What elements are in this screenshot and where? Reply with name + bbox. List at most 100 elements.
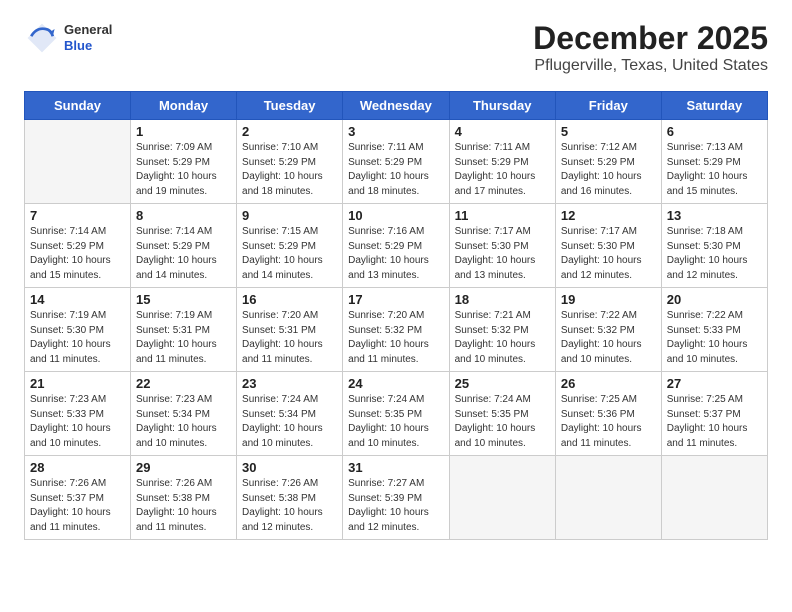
calendar-cell: 16 Sunrise: 7:20 AM Sunset: 5:31 PM Dayli… bbox=[237, 288, 343, 372]
calendar-cell: 3 Sunrise: 7:11 AM Sunset: 5:29 PM Daylig… bbox=[343, 120, 449, 204]
day-number: 10 bbox=[348, 208, 443, 223]
calendar-header-row: SundayMondayTuesdayWednesdayThursdayFrid… bbox=[25, 92, 768, 120]
day-info: Sunrise: 7:11 AM Sunset: 5:29 PM Dayligh… bbox=[348, 141, 443, 199]
day-number: 30 bbox=[242, 460, 337, 475]
calendar-cell: 8Sunrise: 7:14 AM Sunset: 5:29 PM Daylig… bbox=[131, 204, 237, 288]
day-info: Sunrise: 7:20 AM Sunset: 5:31 PM Dayligh… bbox=[242, 309, 337, 367]
calendar-header-tuesday: Tuesday bbox=[237, 92, 343, 120]
day-number: 5 bbox=[561, 124, 656, 139]
calendar-cell: 20Sunrise: 7:22 AM Sunset: 5:33 PM Dayli… bbox=[661, 288, 767, 372]
calendar-cell: 27Sunrise: 7:25 AM Sunset: 5:37 PM Dayli… bbox=[661, 372, 767, 456]
day-number: 4 bbox=[455, 124, 550, 139]
calendar-cell: 31 Sunrise: 7:27 AM Sunset: 5:39 PM Dayli… bbox=[343, 456, 449, 540]
calendar-cell: 24Sunrise: 7:24 AM Sunset: 5:35 PM Dayli… bbox=[343, 372, 449, 456]
day-number: 12 bbox=[561, 208, 656, 223]
day-info: Sunrise: 7:23 AM Sunset: 5:34 PM Dayligh… bbox=[136, 393, 231, 451]
day-number: 26 bbox=[561, 376, 656, 391]
day-info: Sunrise: 7:25 AM Sunset: 5:37 PM Dayligh… bbox=[667, 393, 762, 451]
calendar-cell: 23 Sunrise: 7:24 AM Sunset: 5:34 PM Dayli… bbox=[237, 372, 343, 456]
day-number: 16 bbox=[242, 292, 337, 307]
calendar-cell: 6 Sunrise: 7:13 AM Sunset: 5:29 PM Daylig… bbox=[661, 120, 767, 204]
day-info: Sunrise: 7:25 AM Sunset: 5:36 PM Dayligh… bbox=[561, 393, 656, 451]
day-info: Sunrise: 7:18 AM Sunset: 5:30 PM Dayligh… bbox=[667, 225, 762, 283]
calendar-cell: 18Sunrise: 7:21 AM Sunset: 5:32 PM Dayli… bbox=[449, 288, 555, 372]
calendar-cell bbox=[25, 120, 131, 204]
day-info: Sunrise: 7:24 AM Sunset: 5:35 PM Dayligh… bbox=[455, 393, 550, 451]
day-info: Sunrise: 7:16 AM Sunset: 5:29 PM Dayligh… bbox=[348, 225, 443, 283]
calendar-header-monday: Monday bbox=[131, 92, 237, 120]
day-number: 15 bbox=[136, 292, 231, 307]
day-number: 7 bbox=[30, 208, 125, 223]
calendar-header-friday: Friday bbox=[555, 92, 661, 120]
day-info: Sunrise: 7:19 AM Sunset: 5:30 PM Dayligh… bbox=[30, 309, 125, 367]
day-info: Sunrise: 7:22 AM Sunset: 5:32 PM Dayligh… bbox=[561, 309, 656, 367]
day-number: 1 bbox=[136, 124, 231, 139]
calendar: SundayMondayTuesdayWednesdayThursdayFrid… bbox=[24, 91, 768, 540]
calendar-cell: 13 Sunrise: 7:18 AM Sunset: 5:30 PM Dayli… bbox=[661, 204, 767, 288]
day-number: 19 bbox=[561, 292, 656, 307]
calendar-week-4: 28 Sunrise: 7:26 AM Sunset: 5:37 PM Dayli… bbox=[25, 456, 768, 540]
day-info: Sunrise: 7:11 AM Sunset: 5:29 PM Dayligh… bbox=[455, 141, 550, 199]
day-number: 21 bbox=[30, 376, 125, 391]
day-number: 11 bbox=[455, 208, 550, 223]
calendar-cell: 29Sunrise: 7:26 AM Sunset: 5:38 PM Dayli… bbox=[131, 456, 237, 540]
day-info: Sunrise: 7:19 AM Sunset: 5:31 PM Dayligh… bbox=[136, 309, 231, 367]
calendar-cell: 9 Sunrise: 7:15 AM Sunset: 5:29 PM Daylig… bbox=[237, 204, 343, 288]
day-number: 2 bbox=[242, 124, 337, 139]
day-info: Sunrise: 7:26 AM Sunset: 5:38 PM Dayligh… bbox=[242, 477, 337, 535]
calendar-header-sunday: Sunday bbox=[25, 92, 131, 120]
month-title: December 2025 bbox=[533, 20, 768, 57]
day-number: 13 bbox=[667, 208, 762, 223]
calendar-cell: 2Sunrise: 7:10 AM Sunset: 5:29 PM Daylig… bbox=[237, 120, 343, 204]
day-number: 14 bbox=[30, 292, 125, 307]
day-info: Sunrise: 7:15 AM Sunset: 5:29 PM Dayligh… bbox=[242, 225, 337, 283]
calendar-cell: 11Sunrise: 7:17 AM Sunset: 5:30 PM Dayli… bbox=[449, 204, 555, 288]
day-info: Sunrise: 7:17 AM Sunset: 5:30 PM Dayligh… bbox=[561, 225, 656, 283]
location-title: Pflugerville, Texas, United States bbox=[533, 57, 768, 75]
calendar-header-saturday: Saturday bbox=[661, 92, 767, 120]
calendar-week-1: 7Sunrise: 7:14 AM Sunset: 5:29 PM Daylig… bbox=[25, 204, 768, 288]
calendar-cell: 14 Sunrise: 7:19 AM Sunset: 5:30 PM Dayli… bbox=[25, 288, 131, 372]
calendar-cell: 5Sunrise: 7:12 AM Sunset: 5:29 PM Daylig… bbox=[555, 120, 661, 204]
day-info: Sunrise: 7:23 AM Sunset: 5:33 PM Dayligh… bbox=[30, 393, 125, 451]
calendar-cell: 12 Sunrise: 7:17 AM Sunset: 5:30 PM Dayli… bbox=[555, 204, 661, 288]
calendar-cell: 21 Sunrise: 7:23 AM Sunset: 5:33 PM Dayli… bbox=[25, 372, 131, 456]
calendar-cell: 26 Sunrise: 7:25 AM Sunset: 5:36 PM Dayli… bbox=[555, 372, 661, 456]
title-section: December 2025 Pflugerville, Texas, Unite… bbox=[533, 20, 768, 75]
day-number: 18 bbox=[455, 292, 550, 307]
calendar-cell: 25 Sunrise: 7:24 AM Sunset: 5:35 PM Dayli… bbox=[449, 372, 555, 456]
day-number: 20 bbox=[667, 292, 762, 307]
calendar-week-2: 14 Sunrise: 7:19 AM Sunset: 5:30 PM Dayli… bbox=[25, 288, 768, 372]
day-info: Sunrise: 7:26 AM Sunset: 5:37 PM Dayligh… bbox=[30, 477, 125, 535]
day-number: 3 bbox=[348, 124, 443, 139]
day-info: Sunrise: 7:27 AM Sunset: 5:39 PM Dayligh… bbox=[348, 477, 443, 535]
day-number: 28 bbox=[30, 460, 125, 475]
day-number: 22 bbox=[136, 376, 231, 391]
day-info: Sunrise: 7:20 AM Sunset: 5:32 PM Dayligh… bbox=[348, 309, 443, 367]
logo: General Blue bbox=[24, 20, 112, 56]
day-number: 24 bbox=[348, 376, 443, 391]
day-number: 6 bbox=[667, 124, 762, 139]
logo-text: General Blue bbox=[64, 22, 112, 53]
day-number: 29 bbox=[136, 460, 231, 475]
day-number: 23 bbox=[242, 376, 337, 391]
calendar-cell: 7Sunrise: 7:14 AM Sunset: 5:29 PM Daylig… bbox=[25, 204, 131, 288]
calendar-cell: 22 Sunrise: 7:23 AM Sunset: 5:34 PM Dayli… bbox=[131, 372, 237, 456]
day-info: Sunrise: 7:24 AM Sunset: 5:34 PM Dayligh… bbox=[242, 393, 337, 451]
calendar-cell: 10 Sunrise: 7:16 AM Sunset: 5:29 PM Dayli… bbox=[343, 204, 449, 288]
calendar-cell: 30 Sunrise: 7:26 AM Sunset: 5:38 PM Dayli… bbox=[237, 456, 343, 540]
day-number: 31 bbox=[348, 460, 443, 475]
calendar-cell bbox=[449, 456, 555, 540]
calendar-cell: 4 Sunrise: 7:11 AM Sunset: 5:29 PM Daylig… bbox=[449, 120, 555, 204]
calendar-cell: 15 Sunrise: 7:19 AM Sunset: 5:31 PM Dayli… bbox=[131, 288, 237, 372]
logo-blue: Blue bbox=[64, 38, 112, 54]
day-number: 17 bbox=[348, 292, 443, 307]
calendar-week-0: 1Sunrise: 7:09 AM Sunset: 5:29 PM Daylig… bbox=[25, 120, 768, 204]
calendar-cell bbox=[661, 456, 767, 540]
day-number: 25 bbox=[455, 376, 550, 391]
day-number: 9 bbox=[242, 208, 337, 223]
day-info: Sunrise: 7:13 AM Sunset: 5:29 PM Dayligh… bbox=[667, 141, 762, 199]
logo-general: General bbox=[64, 22, 112, 38]
header: General Blue December 2025 Pflugerville,… bbox=[24, 20, 768, 75]
calendar-cell: 28 Sunrise: 7:26 AM Sunset: 5:37 PM Dayli… bbox=[25, 456, 131, 540]
